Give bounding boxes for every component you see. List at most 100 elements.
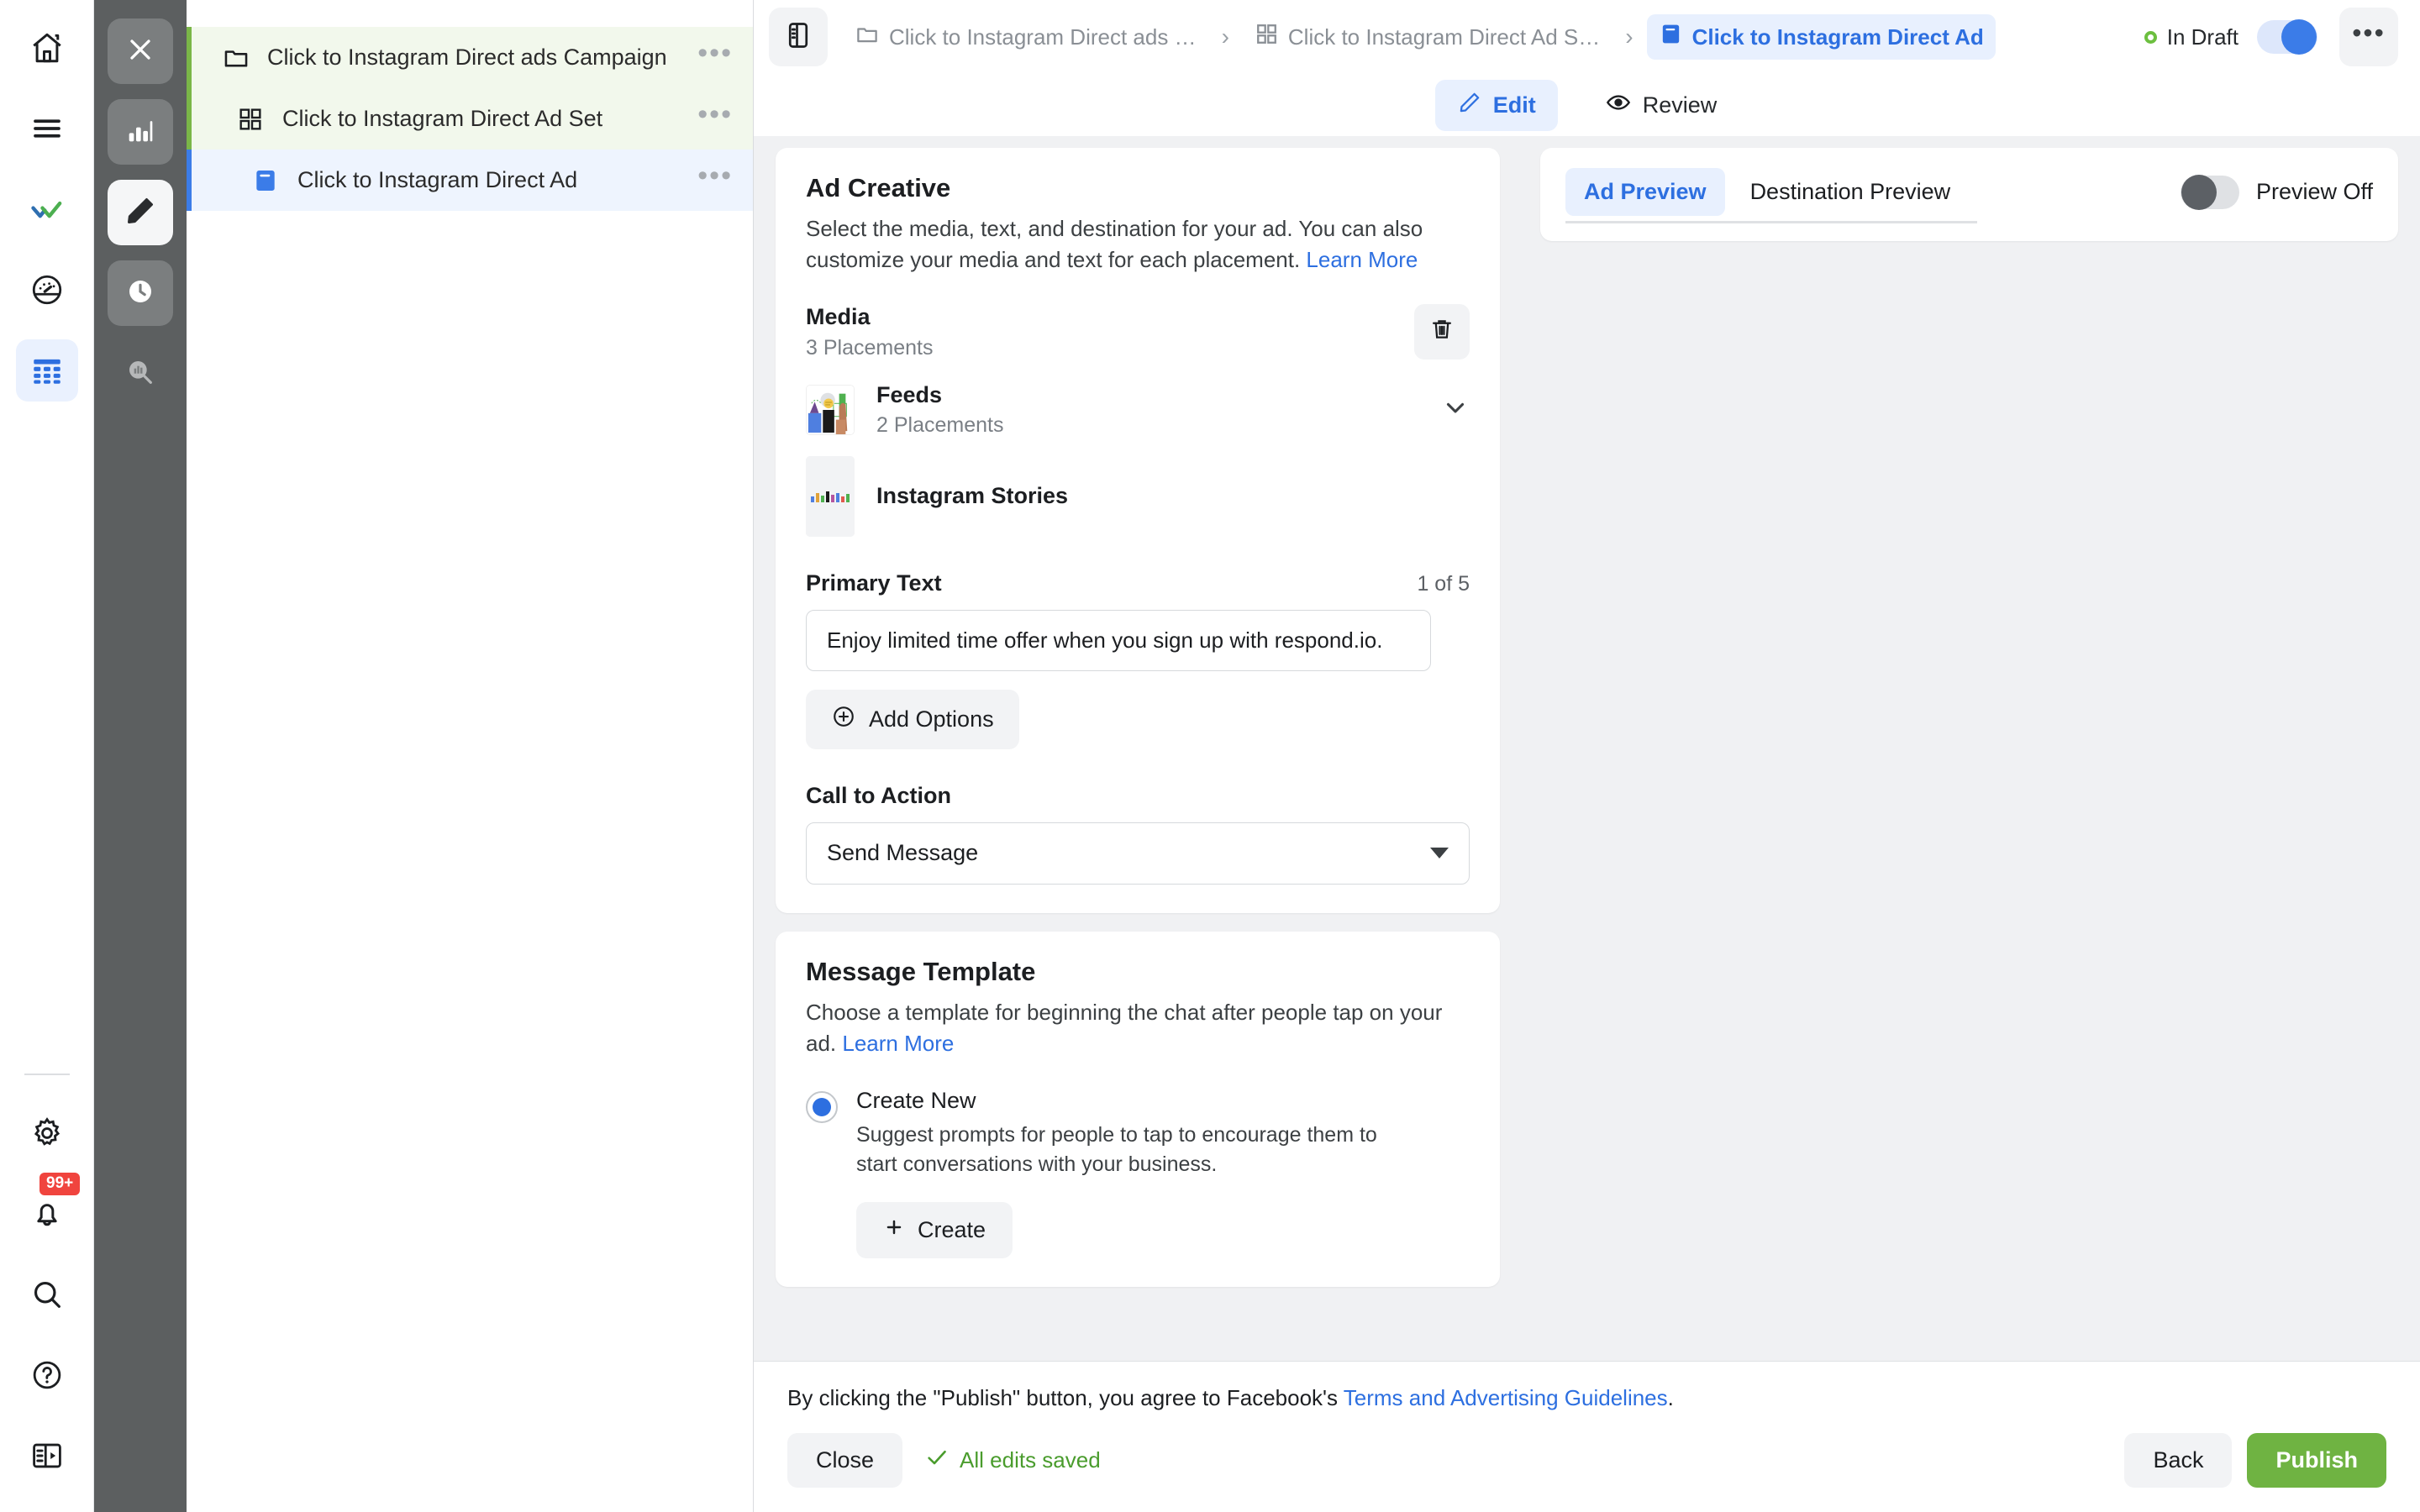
sidebar-item-notifications[interactable]: 99+ [16, 1173, 81, 1245]
primary-text-label: Primary Text [806, 570, 942, 596]
back-button[interactable]: Back [2124, 1433, 2233, 1488]
pencil-icon [124, 194, 157, 232]
rail-insights-button[interactable] [108, 341, 173, 407]
create-template-button[interactable]: Create [856, 1201, 1013, 1258]
template-option-body: Create New Suggest prompts for people to… [856, 1088, 1411, 1258]
sidebar-item-search[interactable] [16, 1263, 78, 1326]
placement-stories-text: Instagram Stories [876, 483, 1470, 509]
help-icon [16, 1344, 78, 1406]
preview-toggle[interactable] [2180, 174, 2239, 210]
terms-suffix: . [1667, 1385, 1674, 1410]
tab-edit[interactable]: Edit [1434, 79, 1558, 131]
sidebar-item-help[interactable] [16, 1344, 78, 1406]
tree-item-campaign[interactable]: Click to Instagram Direct ads Campaign •… [187, 27, 753, 88]
ad-creative-description: Select the media, text, and destination … [806, 213, 1470, 276]
ad-creative-title: Ad Creative [806, 173, 951, 202]
trash-icon [1428, 316, 1455, 347]
template-option-description: Suggest prompts for people to tap to enc… [856, 1122, 1377, 1177]
placement-row-instagram-stories[interactable]: Instagram Stories [806, 455, 1470, 537]
rail-close-button[interactable] [108, 18, 173, 84]
close-button[interactable]: Close [787, 1433, 903, 1488]
rail-history-button[interactable] [108, 260, 173, 326]
media-delete-button[interactable] [1414, 303, 1470, 360]
sidebar-item-home[interactable] [16, 17, 78, 79]
primary-text-input[interactable]: Enjoy limited time offer when you sign u… [806, 609, 1431, 671]
primary-nav-bottom: 99+ [0, 1074, 94, 1487]
grid-icon [237, 106, 272, 133]
breadcrumb-separator: › [1625, 24, 1634, 50]
preview-tabs-underline [1565, 221, 1977, 223]
sidebar-item-settings[interactable] [16, 1102, 78, 1164]
terms-text: By clicking the "Publish" button, you ag… [787, 1385, 2386, 1411]
chevron-down-icon[interactable] [1441, 393, 1470, 426]
ad-active-toggle[interactable] [2257, 19, 2317, 55]
folder-icon [855, 22, 880, 53]
footer-right-actions: Back Publish [2124, 1433, 2386, 1488]
preview-column: Ad Preview Destination Preview Preview O… [1527, 136, 2420, 1512]
template-option-title: Create New [856, 1087, 976, 1113]
grid-icon [1255, 22, 1279, 52]
message-template-learn-more-link[interactable]: Learn More [842, 1031, 954, 1056]
plus-icon [883, 1216, 905, 1244]
tab-destination-preview[interactable]: Destination Preview [1732, 168, 1970, 216]
radio-inner-dot [813, 1097, 831, 1116]
rail-performance-button[interactable] [108, 99, 173, 165]
media-header-text: Media 3 Placements [806, 304, 933, 360]
nav-divider [24, 1074, 70, 1075]
breadcrumb-campaign[interactable]: Click to Instagram Direct ads … [843, 14, 1208, 60]
top-bar: Click to Instagram Direct ads … › Click … [754, 0, 2420, 74]
chevron-down-icon [1430, 848, 1449, 859]
sidebar-item-menu[interactable] [16, 97, 78, 160]
tree-item-ad[interactable]: Click to Instagram Direct Ad ••• [187, 150, 753, 211]
template-option-create-new[interactable]: Create New Suggest prompts for people to… [806, 1088, 1470, 1258]
status-dot-icon [2144, 30, 2157, 44]
add-options-button[interactable]: Add Options [806, 689, 1019, 749]
tab-label: Review [1642, 92, 1718, 118]
breadcrumb-adset[interactable]: Click to Instagram Direct Ad S… [1243, 14, 1612, 60]
primary-text-counter: 1 of 5 [1417, 571, 1470, 596]
dashboard-icon [16, 259, 78, 321]
breadcrumb-ad[interactable]: Click to Instagram Direct Ad [1646, 14, 1996, 60]
edit-review-tabs: Edit Review [754, 74, 2420, 136]
sidebar-panel-icon [783, 20, 813, 55]
rail-edit-button[interactable] [108, 180, 173, 245]
add-options-label: Add Options [869, 706, 994, 732]
media-title: Media [806, 303, 871, 329]
bell-icon: 99+ [16, 1173, 81, 1245]
tree-item-label: Click to Instagram Direct Ad Set [282, 106, 603, 131]
gear-icon [16, 1102, 78, 1164]
tree-item-menu-button[interactable]: ••• [697, 161, 733, 192]
ad-icon [1659, 22, 1683, 52]
ad-creative-learn-more-link[interactable]: Learn More [1306, 247, 1418, 272]
ad-form-column: Ad Creative Select the media, text, and … [754, 136, 1527, 1512]
sidebar-item-broadcasts[interactable] [15, 339, 78, 402]
placement-name: Instagram Stories [876, 483, 1069, 509]
folder-icon [222, 44, 257, 72]
cta-select[interactable]: Send Message [806, 822, 1470, 885]
terms-link[interactable]: Terms and Advertising Guidelines [1344, 1385, 1668, 1410]
tree-item-menu-button[interactable]: ••• [697, 39, 733, 70]
sidebar-panel-toggle-button[interactable] [769, 8, 828, 66]
sidebar-item-respondio-logo[interactable] [16, 178, 78, 240]
sidebar-item-panel-toggle[interactable] [16, 1425, 78, 1487]
sidebar-item-dashboard[interactable] [16, 259, 78, 321]
campaign-tool-rail [94, 0, 187, 1512]
preview-toggle-group: Preview Off [2180, 174, 2373, 210]
primary-text-header: Primary Text 1 of 5 [806, 570, 1470, 596]
toggle-knob [2181, 174, 2217, 210]
top-more-button[interactable]: ••• [2339, 8, 2398, 66]
radio-create-new[interactable] [806, 1090, 838, 1123]
tab-ad-preview[interactable]: Ad Preview [1565, 168, 1725, 216]
publish-button[interactable]: Publish [2247, 1433, 2386, 1488]
placement-row-feeds[interactable]: Feeds 2 Placements [806, 382, 1470, 438]
notification-badge: 99+ [39, 1173, 81, 1195]
campaign-tree-panel: Click to Instagram Direct ads Campaign •… [187, 0, 754, 1512]
tree-item-adset[interactable]: Click to Instagram Direct Ad Set ••• [187, 88, 753, 150]
tab-review[interactable]: Review [1583, 79, 1739, 132]
app-root: 99+ Click to Instagram Direct ads Campai… [0, 0, 2420, 1512]
respondio-logo-icon [16, 178, 78, 240]
ad-creative-card: Ad Creative Select the media, text, and … [776, 148, 1500, 913]
tree-item-menu-button[interactable]: ••• [697, 100, 733, 131]
cta-label: Call to Action [806, 782, 951, 808]
status-label: In Draft [2166, 24, 2238, 50]
